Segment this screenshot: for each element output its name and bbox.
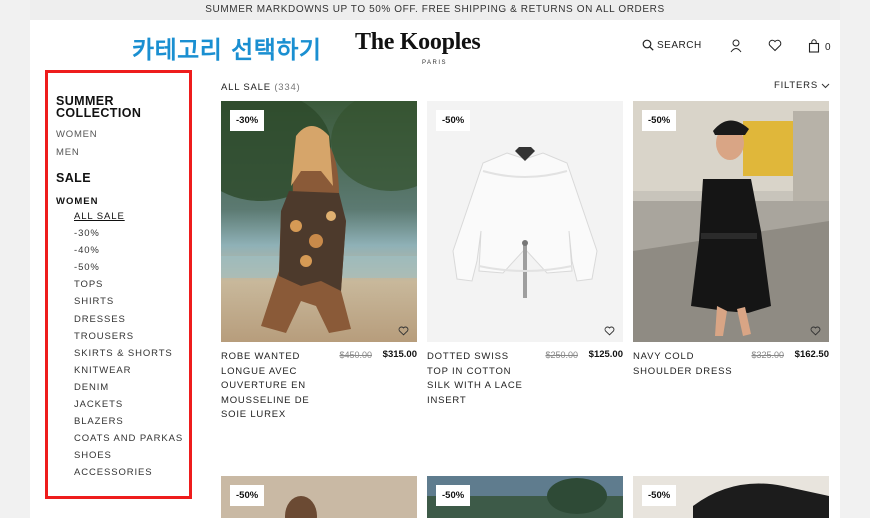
sidebar-item-trousers[interactable]: TROUSERS [74, 328, 186, 345]
sidebar-item-jackets[interactable]: JACKETS [74, 396, 186, 413]
account-icon[interactable] [730, 39, 742, 53]
product-count: (334) [274, 82, 301, 93]
search-icon [642, 39, 654, 51]
promo-banner[interactable]: SUMMER MARKDOWNS UP TO 50% OFF. FREE SHI… [30, 0, 840, 20]
search-label: SEARCH [657, 39, 702, 51]
sidebar-item-knitwear[interactable]: KNITWEAR [74, 362, 186, 379]
sale-price: $125.00 [588, 349, 623, 360]
sidebar-item-30-off[interactable]: -30% [74, 225, 186, 242]
brand-logo[interactable]: The Kooples [355, 29, 481, 56]
bag-count: 0 [825, 42, 831, 53]
sidebar-item-shoes[interactable]: SHOES [74, 447, 186, 464]
product-card[interactable]: -50% NAVY COLD SHOULDER DRESS $325.00 $1… [633, 101, 829, 430]
product-name[interactable]: NAVY COLD SHOULDER DRESS [633, 350, 733, 379]
sale-price: $315.00 [382, 349, 417, 360]
discount-badge: -50% [642, 485, 677, 506]
page-gutter-left [0, 0, 30, 518]
category-sidebar: SUMMER COLLECTION WOMEN MEN SALE WOMEN A… [45, 70, 192, 499]
sidebar-item-skirts-shorts[interactable]: SKIRTS & SHORTS [74, 345, 186, 362]
product-image[interactable]: -50% [633, 476, 829, 518]
sidebar-item-summer-women[interactable]: WOMEN [56, 129, 186, 140]
discount-badge: -50% [436, 485, 471, 506]
wishlist-heart-icon[interactable] [398, 326, 409, 336]
product-image[interactable]: -50% [427, 101, 623, 342]
sidebar-item-summer-men[interactable]: MEN [56, 147, 186, 158]
sidebar-item-50-off[interactable]: -50% [74, 259, 186, 276]
sidebar-item-40-off[interactable]: -40% [74, 242, 186, 259]
search-button[interactable]: SEARCH [642, 39, 702, 51]
product-image[interactable]: -50% [427, 476, 623, 518]
sidebar-item-accessories[interactable]: ACCESSORIES [74, 464, 186, 481]
sidebar-item-all-sale[interactable]: ALL SALE [74, 208, 186, 225]
summer-collection-heading[interactable]: SUMMER COLLECTION [56, 95, 186, 120]
sidebar-item-tops[interactable]: TOPS [74, 276, 186, 293]
sale-price: $162.50 [794, 349, 829, 360]
product-image[interactable]: -50% [221, 476, 417, 518]
original-price: $450.00 [339, 350, 372, 360]
sidebar-item-blazers[interactable]: BLAZERS [74, 413, 186, 430]
sidebar-item-coats-parkas[interactable]: COATS AND PARKAS [74, 430, 186, 447]
product-card[interactable]: -30% ROBE WANTED LONGUE AVEC OUVERTURE E… [221, 101, 417, 430]
original-price: $325.00 [751, 350, 784, 360]
listing-title: ALL SALE (334) [221, 82, 301, 93]
product-name[interactable]: DOTTED SWISS TOP IN COTTON SILK WITH A L… [427, 350, 527, 408]
discount-badge: -50% [230, 485, 265, 506]
product-card[interactable]: -50% DOTTED SWISS TOP IN COTTON SILK WIT… [427, 101, 623, 430]
filters-button[interactable]: FILTERS [774, 80, 830, 91]
sale-category-list: ALL SALE -30% -40% -50% TOPS SHIRTS DRES… [56, 208, 186, 482]
sidebar-item-sale-women[interactable]: WOMEN [56, 196, 186, 207]
sidebar-item-dresses[interactable]: DRESSES [74, 311, 186, 328]
sidebar-item-denim[interactable]: DENIM [74, 379, 186, 396]
discount-badge: -50% [436, 110, 471, 131]
product-image[interactable]: -30% [221, 101, 417, 342]
product-card[interactable]: -50% [633, 476, 829, 518]
sale-heading[interactable]: SALE [56, 172, 186, 185]
annotation-label: 카테고리 선택하기 [132, 36, 322, 64]
sidebar-item-shirts[interactable]: SHIRTS [74, 293, 186, 310]
page-gutter-right [840, 0, 870, 518]
discount-badge: -50% [642, 110, 677, 131]
wishlist-heart-icon[interactable] [810, 326, 821, 336]
brand-logo-sub: PARIS [422, 60, 448, 66]
product-card[interactable]: -50% [221, 476, 417, 518]
wishlist-heart-icon[interactable] [604, 326, 615, 336]
chevron-down-icon [821, 83, 830, 88]
product-name[interactable]: ROBE WANTED LONGUE AVEC OUVERTURE EN MOU… [221, 350, 321, 423]
site-header: 카테고리 선택하기 The Kooples PARIS SEARCH 0 [30, 20, 840, 72]
product-card[interactable]: -50% [427, 476, 623, 518]
bag-icon[interactable] [808, 39, 820, 53]
wishlist-heart-icon[interactable] [768, 39, 782, 52]
original-price: $250.00 [545, 350, 578, 360]
filters-label: FILTERS [774, 80, 818, 91]
discount-badge: -30% [230, 110, 265, 131]
product-image[interactable]: -50% [633, 101, 829, 342]
